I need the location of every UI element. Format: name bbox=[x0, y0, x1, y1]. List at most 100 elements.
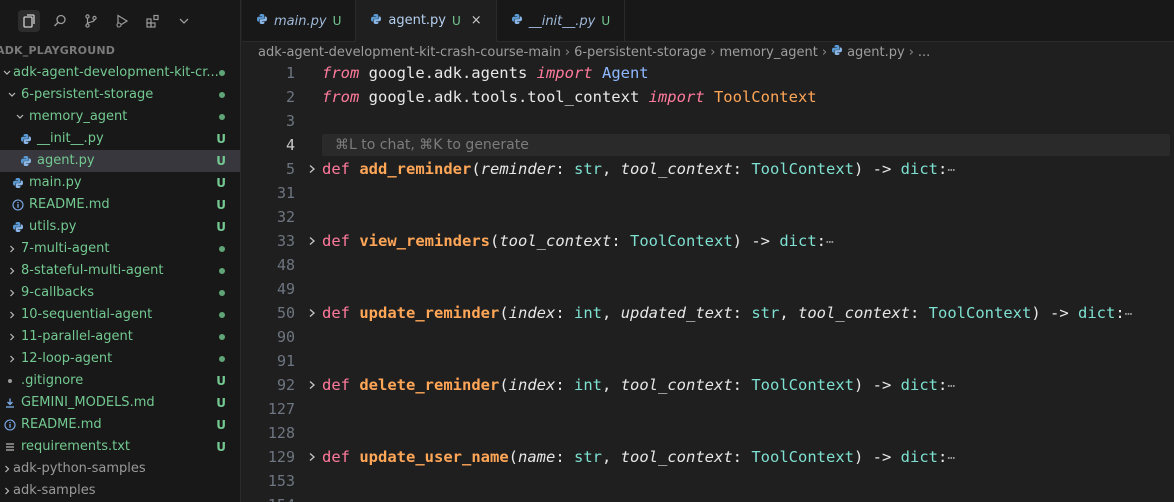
code-line[interactable]: 3 bbox=[242, 109, 1174, 133]
code-line[interactable]: 32 bbox=[242, 205, 1174, 229]
tree-folder[interactable]: adk-agent-development-kit-cr... bbox=[0, 62, 240, 84]
tab-main-py[interactable]: main.py U bbox=[242, 0, 357, 42]
code-token: : bbox=[938, 376, 948, 394]
tree-file[interactable]: README.md U bbox=[0, 194, 240, 216]
code-token: view_reminders bbox=[359, 232, 490, 250]
code-token: : bbox=[910, 304, 929, 322]
tree-file[interactable]: __init__.py U bbox=[0, 128, 240, 150]
chevron-right-icon[interactable] bbox=[7, 238, 17, 260]
git-status-badge: U bbox=[216, 176, 226, 190]
chevron-down-icon[interactable] bbox=[15, 106, 25, 128]
breadcrumb-item[interactable]: 6-persistent-storage bbox=[574, 45, 706, 60]
code-line[interactable]: 1 from google.adk.agents import Agent bbox=[242, 61, 1174, 85]
chevron-right-icon[interactable] bbox=[7, 326, 17, 348]
code-line[interactable]: 50 def update_reminder(index: int, update… bbox=[242, 301, 1174, 325]
download-icon bbox=[3, 392, 17, 414]
run-debug-icon[interactable] bbox=[111, 10, 133, 32]
code-token: updated_text bbox=[620, 304, 733, 322]
tree-folder[interactable]: 12-loop-agent bbox=[0, 348, 240, 370]
tree-folder[interactable]: 11-parallel-agent bbox=[0, 326, 240, 348]
explorer-title: ADK_PLAYGROUND bbox=[0, 44, 116, 57]
breadcrumb-item[interactable]: adk-agent-development-kit-crash-course-m… bbox=[258, 45, 561, 60]
git-modified-dot-icon bbox=[219, 312, 225, 318]
code-line[interactable]: 90 bbox=[242, 325, 1174, 349]
tree-folder[interactable]: 8-stateful-multi-agent bbox=[0, 260, 240, 282]
chevron-right-icon[interactable] bbox=[7, 260, 17, 282]
chevron-down-icon[interactable] bbox=[7, 84, 17, 106]
tree-file[interactable]: main.py U bbox=[0, 172, 240, 194]
code-view[interactable]: 1 from google.adk.agents import Agent 2 fro… bbox=[242, 61, 1174, 502]
git-modified-dot-icon bbox=[219, 268, 225, 274]
search-icon[interactable] bbox=[49, 10, 71, 32]
tree-file[interactable]: README.md U bbox=[0, 414, 240, 436]
line-number: 31 bbox=[276, 184, 295, 202]
files-icon[interactable] bbox=[18, 10, 40, 32]
folded-ellipsis-icon[interactable]: ⋯ bbox=[1125, 307, 1133, 322]
chevron-right-icon[interactable] bbox=[2, 458, 12, 480]
chevron-right-icon[interactable] bbox=[7, 282, 17, 304]
tree-folder[interactable]: adk-samples bbox=[0, 480, 240, 502]
tree-folder[interactable]: adk-python-samples bbox=[0, 458, 240, 480]
tree-folder[interactable]: memory_agent bbox=[0, 106, 240, 128]
code-line[interactable]: 5 def add_reminder(reminder: str, tool_co… bbox=[242, 157, 1174, 181]
line-number: 129 bbox=[267, 448, 295, 466]
folded-ellipsis-icon[interactable]: ⋯ bbox=[947, 163, 955, 178]
tree-file[interactable]: .gitignore U bbox=[0, 370, 240, 392]
chevron-right-icon[interactable] bbox=[7, 348, 17, 370]
chevron-right-icon[interactable] bbox=[7, 304, 17, 326]
tree-folder[interactable]: 6-persistent-storage bbox=[0, 84, 240, 106]
folded-ellipsis-icon[interactable]: ⋯ bbox=[826, 235, 834, 250]
extensions-icon[interactable] bbox=[142, 10, 164, 32]
code-token: ) -> bbox=[854, 376, 901, 394]
code-line[interactable]: 4 ⌘L to chat, ⌘K to generate bbox=[242, 133, 1174, 157]
code-line[interactable]: 31 bbox=[242, 181, 1174, 205]
line-number: 1 bbox=[285, 64, 295, 82]
code-line[interactable]: 33 def view_reminders(tool_context: ToolC… bbox=[242, 229, 1174, 253]
tree-folder[interactable]: 10-sequential-agent bbox=[0, 304, 240, 326]
breadcrumb-item[interactable]: agent.py bbox=[847, 45, 905, 60]
chevron-down-icon[interactable] bbox=[173, 10, 195, 32]
code-line[interactable]: 128 bbox=[242, 421, 1174, 445]
tree-file[interactable]: requirements.txt U bbox=[0, 436, 240, 458]
tree-file[interactable]: agent.py U bbox=[0, 150, 240, 172]
close-icon[interactable]: × bbox=[471, 13, 482, 28]
code-line[interactable]: 92 def delete_reminder(index: int, tool_c… bbox=[242, 373, 1174, 397]
tree-item-label: README.md bbox=[21, 417, 102, 432]
tree-folder[interactable]: 9-callbacks bbox=[0, 282, 240, 304]
code-token: int bbox=[574, 376, 603, 394]
editor-area: main.py Uagent.py U × __init__.py U adk-agent… bbox=[242, 0, 1174, 502]
tree-file[interactable]: GEMINI_MODELS.md U bbox=[0, 392, 240, 414]
code-line[interactable]: 153 bbox=[242, 469, 1174, 493]
line-number: 3 bbox=[285, 112, 295, 130]
breadcrumb-item[interactable]: ... bbox=[918, 45, 930, 60]
folded-ellipsis-icon[interactable]: ⋯ bbox=[947, 379, 955, 394]
code-text: def update_reminder(index: int, updated_… bbox=[322, 301, 1133, 327]
tab-init-py[interactable]: __init__.py U bbox=[497, 0, 626, 42]
code-token: ToolContext bbox=[751, 448, 854, 466]
tree-item-label: GEMINI_MODELS.md bbox=[21, 395, 155, 410]
chevron-down-icon[interactable] bbox=[2, 62, 12, 84]
code-token: dict bbox=[1078, 304, 1116, 322]
tree-folder[interactable]: 7-multi-agent bbox=[0, 238, 240, 260]
tree-item-label: adk-agent-development-kit-cr... bbox=[13, 65, 219, 80]
breadcrumb-item[interactable]: memory_agent bbox=[720, 45, 818, 60]
chevron-right-icon[interactable] bbox=[2, 480, 12, 502]
tree-item-label: README.md bbox=[29, 197, 110, 212]
code-line[interactable]: 127 bbox=[242, 397, 1174, 421]
tree-file[interactable]: utils.py U bbox=[0, 216, 240, 238]
code-line[interactable]: 49 bbox=[242, 277, 1174, 301]
git-status-badge: U bbox=[332, 14, 342, 28]
folded-ellipsis-icon[interactable]: ⋯ bbox=[947, 451, 955, 466]
code-token: delete_reminder bbox=[359, 376, 500, 394]
code-line[interactable]: 154 bbox=[242, 493, 1174, 502]
code-line[interactable]: 91 bbox=[242, 349, 1174, 373]
code-token: ( bbox=[490, 232, 500, 250]
code-line[interactable]: 48 bbox=[242, 253, 1174, 277]
source-control-icon[interactable] bbox=[80, 10, 102, 32]
code-line[interactable]: 2 from google.adk.tools.tool_context impo… bbox=[242, 85, 1174, 109]
code-line[interactable]: 129 def update_user_name(name: str, tool_… bbox=[242, 445, 1174, 469]
code-token: google.adk.agents bbox=[359, 64, 537, 82]
git-status-badge: U bbox=[216, 396, 226, 410]
code-token: : bbox=[816, 232, 826, 250]
tab-agent-py[interactable]: agent.py U × bbox=[356, 0, 497, 42]
